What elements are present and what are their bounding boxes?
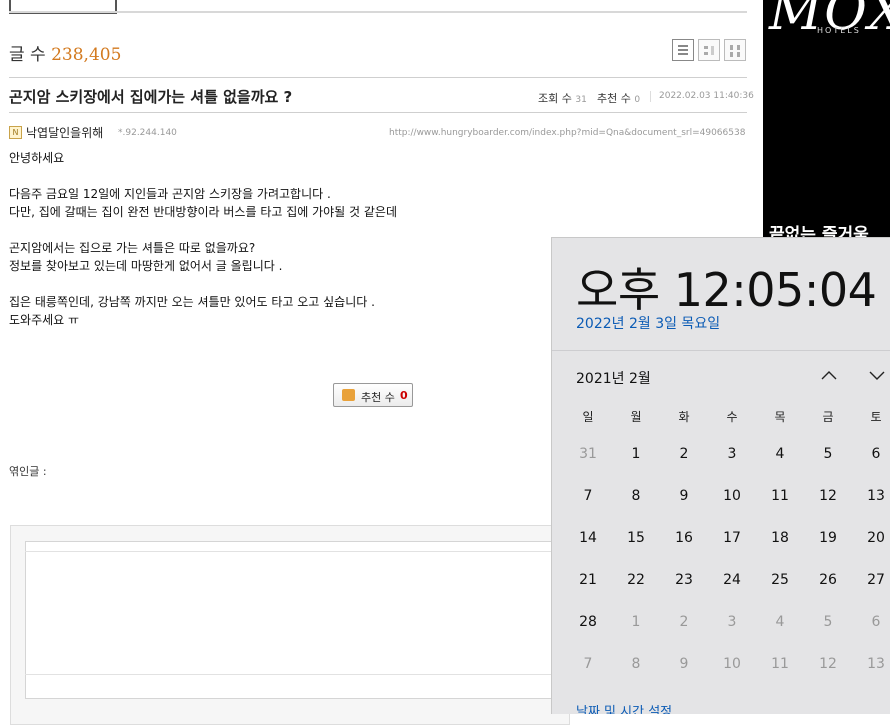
calendar-day[interactable]: 15 — [616, 530, 656, 546]
calendar-day[interactable]: 8 — [616, 488, 656, 504]
calendar-day[interactable]: 9 — [664, 488, 704, 504]
flyout-divider — [552, 350, 890, 351]
date-time-settings-link[interactable]: 날짜 및 시간 설정 — [576, 701, 672, 714]
post-body-line: 집은 태릉쪽인데, 강남쪽 까지만 오는 셔틀만 있어도 타고 오고 싶습니다 … — [9, 295, 375, 309]
views-value: 31 — [575, 95, 587, 105]
calendar-month[interactable]: 2021년 2월 — [576, 368, 651, 388]
thumbs-up-icon — [342, 389, 355, 401]
calendar-day[interactable]: 1 — [616, 446, 656, 462]
hotel-ad-banner[interactable]: MOX HOTELS 끝없는 즐거움 — [763, 0, 890, 240]
post-count-value: 238,405 — [51, 45, 122, 65]
post-date: 2022.02.03 11:40:36 — [659, 91, 754, 101]
calendar-day[interactable]: 4 — [760, 446, 800, 462]
calendar-day[interactable]: 18 — [760, 530, 800, 546]
calendar-day[interactable]: 13 — [856, 488, 890, 504]
calendar-day[interactable]: 21 — [568, 572, 608, 588]
calendar-day[interactable]: 9 — [664, 656, 704, 672]
calendar-day[interactable]: 8 — [616, 656, 656, 672]
calendar-day[interactable]: 25 — [760, 572, 800, 588]
calendar-day[interactable]: 13 — [856, 656, 890, 672]
weekday-label: 토 — [870, 410, 882, 424]
recommend-button-label: 추천 수 — [361, 391, 395, 404]
chevron-up-icon[interactable] — [819, 368, 839, 386]
calendar-day[interactable]: 10 — [712, 488, 752, 504]
title-divider-top — [9, 77, 747, 78]
comment-textarea[interactable] — [25, 551, 565, 675]
post-count: 글 수 238,405 — [9, 40, 121, 65]
calendar-day[interactable]: 5 — [808, 614, 848, 630]
meta-separator — [650, 91, 651, 102]
views-label: 조회 수 — [538, 92, 572, 105]
webzine-view-button[interactable] — [698, 39, 720, 61]
weekday-label: 목 — [774, 410, 786, 424]
calendar-day[interactable]: 11 — [760, 488, 800, 504]
calendar-day[interactable]: 7 — [568, 656, 608, 672]
recommend-meta: 추천 수 0 — [597, 90, 640, 106]
calendar-day[interactable]: 3 — [712, 614, 752, 630]
recommend-button[interactable]: 추천 수 0 — [333, 383, 413, 407]
calendar-day[interactable]: 19 — [808, 530, 848, 546]
post-body-line: 다음주 금요일 12일에 지인들과 곤지암 스키장을 가려고합니다 . — [9, 187, 331, 201]
calendar-day[interactable]: 10 — [712, 656, 752, 672]
ad-hotels-label: HOTELS — [817, 26, 861, 35]
calendar-day[interactable]: 2 — [664, 614, 704, 630]
member-icon: N — [9, 126, 22, 139]
list-view-button[interactable] — [672, 39, 694, 61]
calendar-day[interactable]: 17 — [712, 530, 752, 546]
post-body-line: 도와주세요 ㅠ — [9, 313, 80, 327]
calendar-day[interactable]: 7 — [568, 488, 608, 504]
title-divider-bottom — [9, 112, 747, 113]
weekday-label: 일 — [582, 410, 594, 424]
post-url[interactable]: http://www.hungryboarder.com/index.php?m… — [389, 128, 745, 138]
calendar-day[interactable]: 12 — [808, 656, 848, 672]
calendar-day[interactable]: 20 — [856, 530, 890, 546]
calendar-day[interactable]: 4 — [760, 614, 800, 630]
chevron-down-icon[interactable] — [867, 368, 887, 386]
views-meta: 조회 수 31 — [538, 90, 587, 106]
calendar-day[interactable]: 28 — [568, 614, 608, 630]
post-count-label: 글 수 — [9, 45, 46, 65]
calendar-day[interactable]: 26 — [808, 572, 848, 588]
calendar-day[interactable]: 23 — [664, 572, 704, 588]
calendar-day[interactable]: 12 — [808, 488, 848, 504]
clock-time: 오후 12:05:04 — [576, 263, 877, 317]
recommend-value: 0 — [634, 95, 641, 105]
calendar-day[interactable]: 31 — [568, 446, 608, 462]
calendar-day[interactable]: 24 — [712, 572, 752, 588]
gallery-view-button[interactable] — [724, 39, 746, 61]
weekday-label: 화 — [678, 410, 690, 424]
calendar-day[interactable]: 1 — [616, 614, 656, 630]
calendar-day[interactable]: 2 — [664, 446, 704, 462]
recommend-label: 추천 수 — [597, 92, 631, 105]
recommend-button-count: 0 — [400, 389, 408, 402]
post-body-line: 정보를 찾아보고 있는데 마땅한게 없어서 글 올립니다 . — [9, 259, 283, 273]
ad-logo: MOX — [769, 0, 890, 42]
post-body-line: 다만, 집에 갈때는 집이 완전 반대방향이라 버스를 타고 집에 가야될 것 … — [9, 205, 398, 219]
related-posts-label: 엮인글 : — [9, 465, 47, 478]
author-name[interactable]: 낙엽달인을위해 — [26, 124, 103, 141]
calendar-day[interactable]: 14 — [568, 530, 608, 546]
calendar-day[interactable]: 5 — [808, 446, 848, 462]
calendar-day[interactable]: 3 — [712, 446, 752, 462]
calendar-day[interactable]: 27 — [856, 572, 890, 588]
calendar-day[interactable]: 6 — [856, 614, 890, 630]
calendar-day[interactable]: 6 — [856, 446, 890, 462]
full-date-link[interactable]: 2022년 2월 3일 목요일 — [576, 313, 720, 333]
post-title: 곤지암 스키장에서 집에가는 셔틀 없을까요 ? — [9, 88, 293, 106]
calendar-day[interactable]: 22 — [616, 572, 656, 588]
author-ip: *.92.244.140 — [118, 128, 177, 138]
calendar-day[interactable]: 16 — [664, 530, 704, 546]
weekday-label: 수 — [726, 410, 738, 424]
weekday-label: 금 — [822, 410, 834, 424]
tab-divider — [9, 11, 747, 13]
weekday-label: 월 — [630, 410, 642, 424]
post-body-line: 안녕하세요 — [9, 151, 65, 165]
clock-calendar-flyout: 오후 12:05:04 2022년 2월 3일 목요일 2021년 2월 일 월 화… — [551, 237, 890, 714]
post-body-line: 곤지암에서는 집으로 가는 셔틀은 따로 없을까요? — [9, 241, 256, 255]
calendar-day[interactable]: 11 — [760, 656, 800, 672]
